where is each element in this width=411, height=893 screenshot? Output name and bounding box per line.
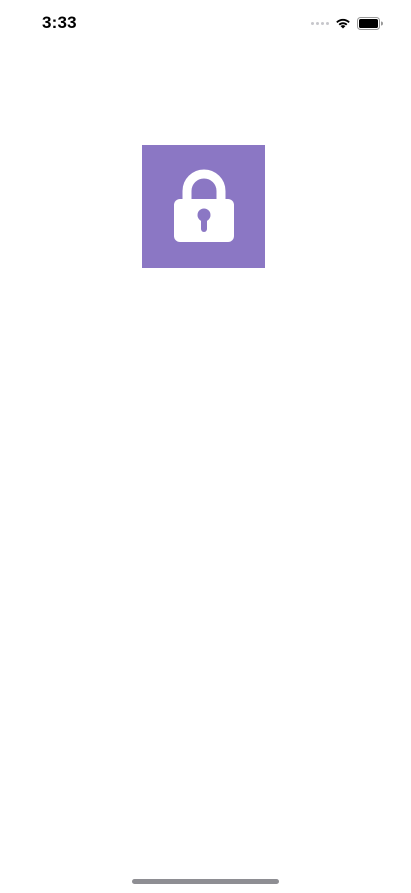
status-icons — [311, 16, 383, 30]
wifi-icon — [336, 18, 350, 29]
status-bar: 3:33 — [0, 0, 411, 46]
lock-icon — [173, 169, 234, 242]
home-indicator[interactable] — [132, 879, 279, 884]
status-time: 3:33 — [42, 13, 77, 32]
battery-icon — [357, 16, 383, 30]
lock-tile[interactable] — [142, 145, 265, 268]
cellular-signal-icon — [311, 21, 329, 25]
